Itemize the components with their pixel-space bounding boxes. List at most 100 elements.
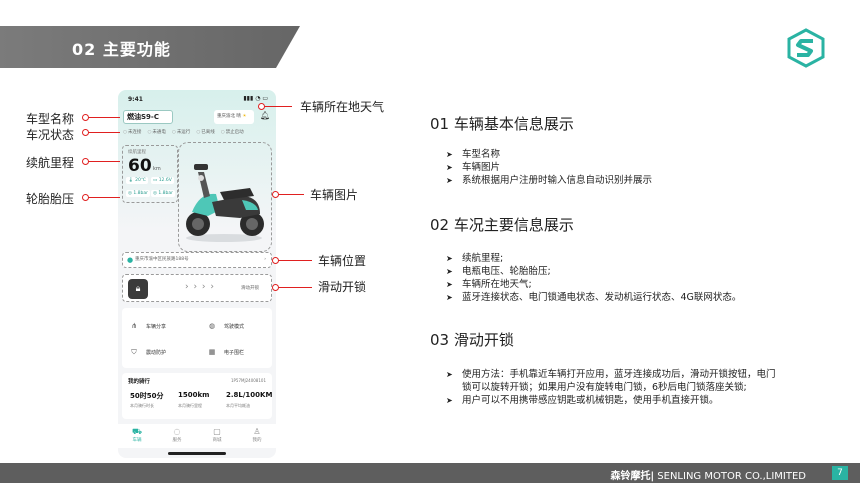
ride-duration-label: 本月骑行时长 bbox=[130, 403, 154, 408]
list-item: 使用方法：手机靠近车辆打开应用，蓝牙连接成功后，滑动开锁按钮，电门锁可以旋转开锁… bbox=[446, 368, 784, 394]
status-time: 9:41 bbox=[128, 96, 143, 103]
status-engine: 未运行 bbox=[172, 129, 191, 135]
function-grid: ⋔ 车辆分享 ◍ 驾驶模式 ⛉ 震动防护 ▦ 电子围栏 bbox=[122, 308, 272, 368]
range-value: 60 bbox=[128, 156, 152, 176]
model-name[interactable]: 燃油S9-C bbox=[123, 110, 173, 124]
tire-front-badge: ◎ 1.8bar bbox=[126, 190, 150, 197]
ride-duration: 50时50分 bbox=[130, 392, 164, 400]
bell-icon[interactable]: 🔔︎ bbox=[260, 111, 270, 123]
section-1-list: 车型名称 车辆图片 系统根据用户注册时输入信息自动识别并展示 bbox=[446, 148, 776, 187]
chevron-right-icon: › bbox=[264, 257, 266, 262]
map-icon: ▦ bbox=[208, 348, 216, 356]
tab-mall[interactable]: ▢ 商城 bbox=[202, 427, 232, 443]
callout-dot bbox=[272, 191, 279, 198]
slide-arrows-icon: › › › › bbox=[185, 282, 215, 292]
slide-unlock-bar[interactable]: 🔒︎ › › › › 滑动开锁 bbox=[122, 274, 272, 302]
service-icon: ◌ bbox=[173, 427, 181, 436]
vibration-guard-button[interactable]: ⛉ 震动防护 bbox=[128, 342, 188, 362]
status-power: 未通电 bbox=[147, 129, 166, 135]
callout-line bbox=[276, 260, 312, 261]
callout-slide-unlock: 滑动开锁 bbox=[318, 280, 367, 294]
section-2-title: 02 车况主要信息展示 bbox=[430, 216, 574, 234]
share-icon: ⋔ bbox=[131, 322, 137, 330]
vehicle-status-row: 未连接 未通电 未运行 已离线 禁止启动 bbox=[123, 129, 273, 135]
my-ride-card[interactable]: 我的骑行 1P57MJ24008101 50时50分 本月骑行时长 1500km… bbox=[122, 373, 272, 419]
list-item: 车辆图片 bbox=[446, 161, 776, 174]
list-item: 续航里程; bbox=[446, 252, 796, 265]
bag-icon: ▢ bbox=[213, 427, 221, 436]
list-item: 蓝牙连接状态、电门锁通电状态、发动机运行状态、4G联网状态。 bbox=[446, 291, 796, 304]
callout-tire-pressure: 轮胎胎压 bbox=[26, 192, 75, 206]
page-number: 7 bbox=[832, 466, 848, 480]
callout-dot bbox=[82, 194, 89, 201]
callout-dot bbox=[272, 257, 279, 264]
ride-fuel: 2.8L/100KM bbox=[226, 391, 273, 399]
range-unit: km bbox=[153, 166, 161, 172]
home-indicator bbox=[168, 452, 226, 455]
section-1-title: 01 车辆基本信息展示 bbox=[430, 115, 574, 133]
callout-vehicle-status: 车况状态 bbox=[26, 128, 75, 142]
tab-mine[interactable]: ♙ 我的 bbox=[242, 427, 272, 443]
callout-line bbox=[276, 287, 312, 288]
ride-distance: 1500km bbox=[178, 391, 210, 399]
callout-line bbox=[276, 194, 304, 195]
drive-mode-button[interactable]: ◍ 驾驶模式 bbox=[206, 316, 266, 336]
shield-icon: ⛉ bbox=[131, 348, 137, 356]
tire-rear-badge: ◎ 1.8bar bbox=[151, 190, 175, 197]
location-text: 重庆市渝中区民族路188号 bbox=[135, 257, 189, 262]
callout-range: 续航里程 bbox=[26, 156, 75, 170]
scooter-image bbox=[186, 164, 264, 242]
status-start: 禁止启动 bbox=[221, 129, 244, 135]
callout-model-name: 车型名称 bbox=[26, 112, 75, 126]
ride-fuel-label: 本月平均耗油 bbox=[226, 403, 250, 408]
geofence-button[interactable]: ▦ 电子围栏 bbox=[206, 342, 266, 362]
callout-dot bbox=[82, 158, 89, 165]
app-screenshot: 9:41 ▮▮▮ ◔ ▭ 燃油S9-C 重庆渝北 晴 ☀ 🔔︎ 未连接 未通电 … bbox=[118, 90, 276, 458]
brand-logo-icon bbox=[787, 28, 825, 68]
range-label: 续航里程 bbox=[128, 150, 146, 155]
callout-line bbox=[86, 197, 120, 198]
ride-title: 我的骑行 bbox=[128, 379, 151, 385]
section-2-list: 续航里程; 电瓶电压、轮胎胎压; 车辆所在地天气; 蓝牙连接状态、电门锁通电状态… bbox=[446, 252, 796, 304]
ride-vehicle-id: 1P57MJ24008101 bbox=[230, 378, 266, 383]
footer-brand: 森铃摩托| SENLING MOTOR CO.,LIMITED bbox=[610, 471, 806, 482]
voltage-badge: ▭ 12.6V bbox=[151, 177, 174, 184]
temperature-badge: 🌡︎ 20℃ bbox=[126, 177, 148, 184]
tab-vehicle[interactable]: ⛟ 车辆 bbox=[122, 427, 152, 443]
user-icon: ♙ bbox=[253, 427, 261, 436]
ride-distance-label: 本月骑行里程 bbox=[178, 403, 202, 408]
range-card: 续航里程 60 km 🌡︎ 20℃ ▭ 12.6V ◎ 1.8bar ◎ 1.8… bbox=[122, 145, 178, 203]
callout-vehicle-image: 车辆图片 bbox=[310, 188, 359, 202]
lock-icon[interactable]: 🔒︎ bbox=[128, 279, 148, 299]
bottom-tabbar: ⛟ 车辆 ◌ 服务 ▢ 商城 ♙ 我的 bbox=[118, 424, 276, 448]
callout-dot bbox=[272, 284, 279, 291]
signal-battery-icon: ▮▮▮ ◔ ▭ bbox=[243, 95, 268, 102]
page-title: 02 主要功能 bbox=[72, 40, 171, 59]
weather-badge: 重庆渝北 晴 ☀ bbox=[214, 110, 254, 124]
slide-unlock-text: 滑动开锁 bbox=[241, 286, 259, 291]
vehicle-location[interactable]: ● 重庆市渝中区民族路188号 › bbox=[122, 252, 272, 268]
section-3-title: 03 滑动开锁 bbox=[430, 331, 514, 349]
callout-dot bbox=[82, 129, 89, 136]
list-item: 车辆所在地天气; bbox=[446, 278, 796, 291]
location-pin-icon: ● bbox=[127, 256, 134, 264]
tab-service[interactable]: ◌ 服务 bbox=[162, 427, 192, 443]
callout-line bbox=[86, 132, 120, 133]
list-item: 用户可以不用携带感应钥匙或机械钥匙，使用手机直接开锁。 bbox=[446, 394, 784, 407]
list-item: 系统根据用户注册时输入信息自动识别并展示 bbox=[446, 174, 776, 187]
status-network: 已离线 bbox=[196, 129, 215, 135]
callout-line bbox=[262, 106, 292, 107]
status-bluetooth: 未连接 bbox=[123, 129, 142, 135]
list-item: 电瓶电压、轮胎胎压; bbox=[446, 265, 796, 278]
steering-icon: ◍ bbox=[208, 322, 216, 330]
callout-line bbox=[86, 161, 120, 162]
callout-weather: 车辆所在地天气 bbox=[300, 100, 385, 114]
callout-dot bbox=[82, 114, 89, 121]
callout-dot bbox=[258, 103, 265, 110]
callout-vehicle-location: 车辆位置 bbox=[318, 254, 367, 268]
callout-line bbox=[86, 117, 120, 118]
scooter-tab-icon: ⛟ bbox=[131, 427, 143, 436]
share-vehicle-button[interactable]: ⋔ 车辆分享 bbox=[128, 316, 188, 336]
list-item: 车型名称 bbox=[446, 148, 776, 161]
section-3-list: 使用方法：手机靠近车辆打开应用，蓝牙连接成功后，滑动开锁按钮，电门锁可以旋转开锁… bbox=[446, 368, 784, 407]
